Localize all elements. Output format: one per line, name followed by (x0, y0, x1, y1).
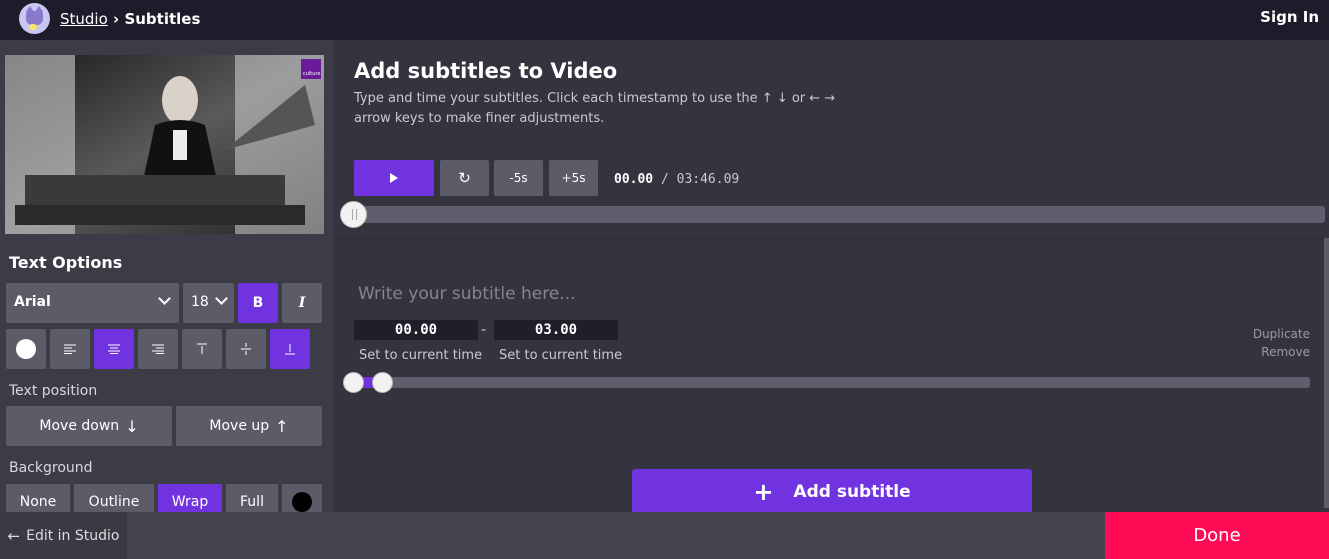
align-right-icon (152, 344, 164, 354)
align-left-icon (64, 344, 76, 354)
bold-button[interactable]: B (238, 283, 278, 323)
video-frame-image (5, 55, 324, 234)
play-button[interactable] (354, 160, 434, 196)
logo-icon[interactable] (19, 3, 50, 34)
channel-badge: culture (301, 59, 321, 79)
set-end-current-time-link[interactable]: Set to current time (499, 348, 622, 363)
move-down-button[interactable]: Move down ↓ (6, 406, 172, 446)
italic-button[interactable]: I (282, 283, 322, 323)
align-right-button[interactable] (138, 329, 178, 369)
breadcrumb-studio-link[interactable]: Studio (60, 10, 108, 28)
range-start-handle[interactable] (343, 372, 364, 393)
arrow-up-icon: ↑ (275, 416, 289, 436)
sign-in-link[interactable]: Sign In (1260, 8, 1319, 26)
color-swatch-icon (16, 339, 36, 359)
done-button[interactable]: Done (1105, 512, 1329, 559)
remove-link[interactable]: Remove (1261, 345, 1310, 359)
top-bar: Studio › Subtitles Sign In (0, 0, 1329, 40)
align-left-button[interactable] (50, 329, 90, 369)
font-select[interactable]: Arial (6, 283, 179, 323)
set-start-current-time-link[interactable]: Set to current time (359, 348, 482, 363)
edit-in-studio-button[interactable]: ← Edit in Studio (0, 512, 127, 559)
vertical-align-top-button[interactable] (182, 329, 222, 369)
total-time: 03:46.09 (676, 172, 740, 187)
left-panel: culture Text Options Arial 18 B I Text p… (0, 40, 334, 520)
subtitle-range-track[interactable] (354, 377, 1310, 388)
playback-track[interactable] (354, 206, 1325, 223)
range-end-handle[interactable] (372, 372, 393, 393)
restart-icon: ↻ (458, 169, 471, 187)
text-color-button[interactable] (6, 329, 46, 369)
restart-button[interactable]: ↻ (440, 160, 489, 196)
forward-5s-button[interactable]: +5s (549, 160, 598, 196)
main-panel: Add subtitles to Video Type and time you… (334, 40, 1329, 514)
subtitle-text-input[interactable] (354, 278, 1054, 310)
vertical-align-middle-button[interactable] (226, 329, 266, 369)
arrow-left-icon: ← (7, 526, 21, 545)
align-middle-icon (241, 343, 251, 355)
plus-icon: + (753, 477, 774, 506)
chevron-down-icon (158, 292, 171, 305)
font-size-select[interactable]: 18 (183, 283, 234, 323)
time-display: 00.00 / 03:46.09 (614, 172, 740, 187)
color-swatch-icon (292, 492, 312, 512)
align-top-icon (197, 343, 207, 354)
video-preview[interactable]: culture (5, 55, 324, 234)
arrow-down-icon: ↓ (125, 416, 139, 436)
scrollbar[interactable] (1324, 238, 1329, 508)
text-position-label: Text position (9, 383, 98, 399)
instructions-text: Type and time your subtitles. Click each… (354, 91, 836, 126)
duplicate-link[interactable]: Duplicate (1253, 327, 1310, 341)
align-bottom-icon (285, 344, 295, 355)
bottom-bar: ← Edit in Studio Done (0, 512, 1329, 559)
page-title: Add subtitles to Video (354, 59, 618, 83)
divider (334, 238, 1329, 239)
breadcrumb-current: Subtitles (124, 10, 201, 28)
rewind-5s-button[interactable]: -5s (494, 160, 543, 196)
chevron-down-icon (215, 292, 228, 305)
breadcrumb-separator: › (113, 10, 120, 28)
start-timestamp[interactable]: 00.00 (354, 320, 478, 340)
timestamp-separator: - (481, 322, 487, 338)
end-timestamp[interactable]: 03.00 (494, 320, 618, 340)
align-center-button[interactable] (94, 329, 134, 369)
vertical-align-bottom-button[interactable] (270, 329, 310, 369)
text-options-title: Text Options (9, 253, 123, 272)
play-icon (390, 173, 398, 183)
align-center-icon (108, 344, 120, 354)
breadcrumb: Studio › Subtitles (60, 10, 200, 28)
move-up-button[interactable]: Move up ↑ (176, 406, 322, 446)
background-label: Background (9, 460, 93, 476)
current-time: 00.00 (614, 172, 654, 187)
playhead-handle[interactable] (340, 201, 367, 228)
add-subtitle-button[interactable]: + Add subtitle (632, 469, 1032, 514)
